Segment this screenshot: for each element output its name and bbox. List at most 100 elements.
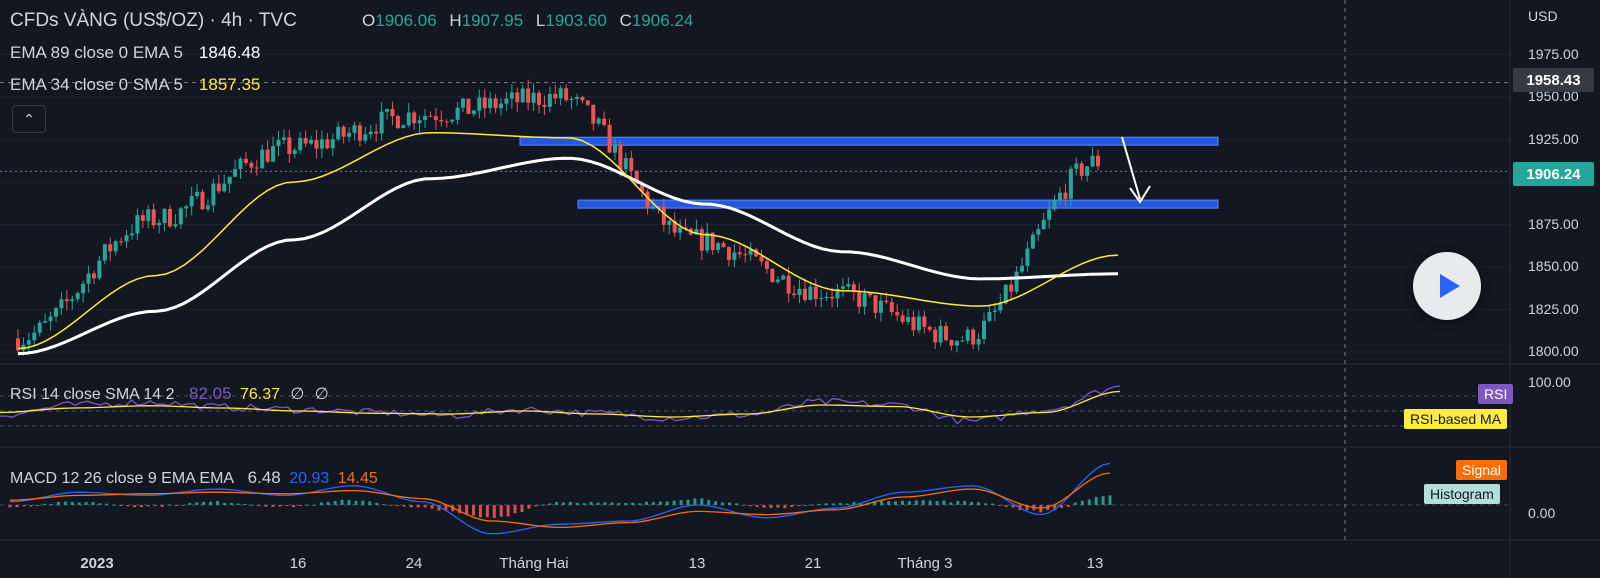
histogram-bar: [333, 500, 337, 505]
histogram-bar: [672, 500, 676, 505]
macd-axis-value: 0.00: [1528, 505, 1556, 521]
histogram-bar: [181, 504, 185, 506]
time-tick-label: 13: [1086, 555, 1104, 572]
histogram-bar: [887, 501, 891, 505]
price-zone: [519, 136, 1219, 146]
histogram-bar: [423, 505, 427, 508]
histogram-bar: [1108, 495, 1112, 505]
histogram-bar: [416, 505, 420, 508]
histogram-bar: [478, 505, 482, 518]
price-tick-label: 1850.00: [1528, 258, 1579, 274]
histogram-bar: [105, 503, 109, 505]
ohlc-readout: O1906.06 H1907.95 L1903.60 C1906.24: [354, 11, 693, 31]
histogram-bar: [188, 502, 192, 505]
histogram-bar: [1066, 505, 1070, 507]
histogram-bar: [84, 502, 88, 505]
histogram-bar: [741, 504, 745, 506]
candle: [466, 98, 471, 114]
histogram-bar: [949, 502, 953, 505]
histogram-bar: [790, 505, 794, 507]
histogram-bar: [382, 504, 386, 506]
rsi-label: RSI 14 close SMA 14 2: [10, 386, 175, 403]
ema34-label: EMA 34 close 0 SMA 5: [10, 75, 183, 94]
histogram-bar: [665, 501, 669, 505]
histogram-bar: [50, 504, 54, 506]
histogram-bar: [555, 501, 559, 505]
ema89-label: EMA 89 close 0 EMA 5: [10, 43, 183, 62]
histogram-bar: [77, 502, 81, 505]
histogram-bar: [368, 501, 372, 505]
histogram-bar: [568, 501, 572, 505]
legend-rsi[interactable]: RSI 14 close SMA 14 2 82.05 76.37 ∅ ∅: [10, 384, 329, 404]
legend-ema34[interactable]: EMA 34 close 0 SMA 5 1857.35: [10, 75, 260, 95]
histogram-bar: [942, 500, 946, 505]
histogram-bar: [651, 502, 655, 505]
histogram-bar: [797, 505, 801, 507]
histogram-bar: [271, 505, 275, 507]
histogram-bar: [389, 504, 393, 506]
histogram-bar: [734, 503, 738, 505]
rsi-extra-1: ∅: [290, 386, 305, 403]
signal-badge: Signal: [1456, 460, 1507, 480]
histogram-bar: [319, 502, 323, 505]
legend-ema89[interactable]: EMA 89 close 0 EMA 5 1846.48: [10, 43, 260, 63]
histogram-bar: [409, 505, 413, 508]
histogram-badge: Histogram: [1424, 484, 1500, 504]
price-tick-label: 1975.00: [1528, 45, 1579, 62]
ohlc-high-key: H: [449, 11, 462, 30]
histogram-bar: [299, 505, 303, 506]
histogram-bar: [783, 505, 787, 509]
symbol-title: CFDs VÀNG (US$/OZ) · 4h · TVC: [10, 10, 297, 31]
histogram-bar: [907, 501, 911, 505]
legend-macd[interactable]: MACD 12 26 close 9 EMA EMA 6.48 20.93 14…: [10, 468, 378, 488]
histogram-bar: [541, 504, 545, 506]
histogram-bar: [492, 505, 496, 518]
histogram-bar: [534, 505, 538, 507]
histogram-bar: [679, 500, 683, 505]
histogram-bar: [43, 503, 47, 505]
rsi-badge: RSI: [1478, 384, 1514, 404]
histogram-bar: [126, 505, 130, 507]
histogram-bar: [167, 504, 171, 506]
histogram-bar: [845, 503, 849, 505]
histogram-bar: [755, 505, 759, 507]
rsi-extra-2: ∅: [314, 386, 329, 403]
histogram-bar: [22, 505, 26, 507]
histogram-bar: [831, 503, 835, 505]
histogram-bar: [354, 500, 358, 505]
ohlc-close: 1906.24: [631, 11, 694, 30]
price-tick-label: 1925.00: [1528, 130, 1579, 147]
histogram-bar: [589, 501, 593, 505]
price-tick-label: 1875.00: [1528, 215, 1579, 232]
histogram-bar: [935, 501, 939, 505]
ema34-value: 1857.35: [198, 75, 261, 94]
histogram-bar: [70, 501, 74, 505]
histogram-bar: [8, 505, 12, 508]
macd-label: MACD 12 26 close 9 EMA EMA: [10, 470, 234, 487]
play-icon[interactable]: [1413, 252, 1481, 320]
ohlc-close-key: C: [619, 11, 632, 30]
histogram-bar: [1087, 499, 1091, 505]
histogram-bar: [727, 502, 731, 505]
histogram-bar: [15, 505, 19, 508]
histogram-bar: [914, 500, 918, 505]
histogram-bar: [56, 501, 60, 505]
rsi-axis-value: 100.00: [1528, 374, 1571, 390]
histogram-bar: [963, 501, 967, 505]
histogram-bar: [721, 502, 725, 505]
histogram-bar: [617, 502, 621, 505]
histogram-bar: [257, 505, 261, 506]
histogram-bar: [700, 498, 704, 505]
histogram-bar: [894, 501, 898, 505]
histogram-bar: [928, 500, 932, 505]
chevron-up-icon[interactable]: ⌃: [12, 105, 46, 133]
histogram-bar: [216, 500, 220, 505]
histogram-bar: [693, 498, 697, 505]
histogram-bar: [513, 505, 517, 514]
ohlc-low: 1903.60: [545, 11, 607, 30]
histogram-bar: [631, 502, 635, 505]
histogram-bar: [361, 500, 365, 505]
histogram-bar: [285, 505, 289, 506]
ema89-value: 1846.48: [198, 43, 261, 62]
candle: [395, 114, 400, 129]
